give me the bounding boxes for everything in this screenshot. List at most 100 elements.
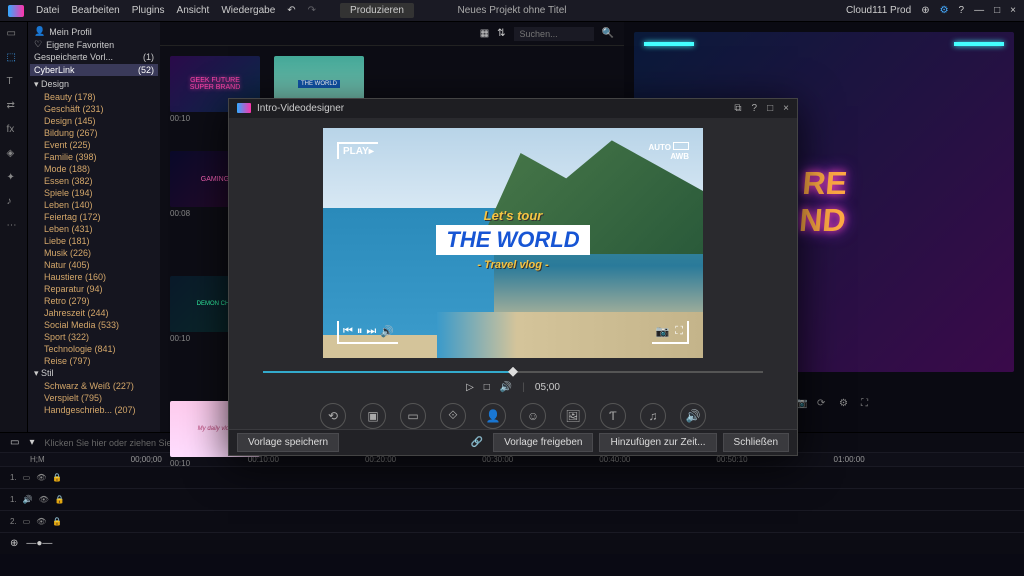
modal-close-icon[interactable]: × bbox=[783, 103, 789, 114]
eye-icon[interactable]: 👁 bbox=[39, 495, 49, 504]
search-input[interactable] bbox=[514, 27, 594, 41]
undo-icon[interactable]: ↶ bbox=[287, 5, 295, 16]
timeline-track[interactable]: 1.🔊👁🔒 bbox=[0, 489, 1024, 511]
effect-room-icon[interactable]: fx bbox=[7, 124, 21, 138]
audio-room-icon[interactable]: ♪ bbox=[7, 196, 21, 210]
more-icon[interactable]: ⋯ bbox=[7, 220, 21, 234]
tool-crop-icon[interactable]: ⟐ bbox=[440, 403, 466, 429]
grid-view-icon[interactable]: ▦ bbox=[480, 28, 489, 39]
visibility-icon[interactable]: ▭ bbox=[23, 517, 31, 526]
eye-icon[interactable]: 👁 bbox=[36, 517, 46, 526]
playhead-icon[interactable] bbox=[508, 367, 518, 377]
eye-icon[interactable]: 👁 bbox=[36, 473, 46, 482]
cloud-icon[interactable]: ⊕ bbox=[921, 5, 929, 16]
intro-room-icon[interactable]: ⬚ bbox=[7, 52, 21, 66]
category-item[interactable]: Liebe (181) bbox=[34, 236, 154, 247]
category-item[interactable]: Reparatur (94) bbox=[34, 284, 154, 295]
help-icon[interactable]: ? bbox=[959, 5, 965, 16]
settings-icon[interactable]: ⚙ bbox=[839, 398, 853, 412]
particle-room-icon[interactable]: ✦ bbox=[7, 172, 21, 186]
audio-icon[interactable]: 🔊 bbox=[23, 495, 33, 504]
volume-icon[interactable]: 🔊 bbox=[500, 382, 512, 393]
cyberlink-category[interactable]: CyberLink(52) bbox=[30, 64, 158, 76]
title-room-icon[interactable]: T bbox=[7, 76, 21, 90]
produce-button[interactable]: Produzieren bbox=[340, 3, 414, 18]
redo-icon[interactable]: ↷ bbox=[308, 5, 316, 16]
category-item[interactable]: Feiertag (172) bbox=[34, 212, 154, 223]
category-item[interactable]: Leben (431) bbox=[34, 224, 154, 235]
maximize-icon[interactable]: □ bbox=[994, 5, 1000, 16]
category-item[interactable]: Geschäft (231) bbox=[34, 104, 154, 115]
favorites[interactable]: ♡Eigene Favoriten bbox=[34, 39, 154, 50]
stop-icon[interactable]: □ bbox=[484, 382, 490, 393]
add-track-icon[interactable]: ⊕ bbox=[10, 538, 18, 549]
category-item[interactable]: Retro (279) bbox=[34, 296, 154, 307]
tool-sticker-icon[interactable]: ☺ bbox=[520, 403, 546, 429]
category-item[interactable]: Sport (322) bbox=[34, 332, 154, 343]
category-item[interactable]: Handgeschrieb... (207) bbox=[34, 405, 154, 416]
visibility-icon[interactable]: ▭ bbox=[23, 473, 31, 482]
sort-icon[interactable]: ⇅ bbox=[497, 28, 505, 39]
lock-icon[interactable]: 🔒 bbox=[55, 495, 65, 504]
category-item[interactable]: Essen (382) bbox=[34, 176, 154, 187]
saved-templates[interactable]: Gespeicherte Vorl...(1) bbox=[34, 52, 154, 62]
tool-font-icon[interactable]: Ƭ bbox=[600, 403, 626, 429]
loop-icon[interactable]: ⟳ bbox=[817, 398, 831, 412]
undock-icon[interactable]: ⧉ bbox=[734, 103, 741, 114]
category-item[interactable]: Event (225) bbox=[34, 140, 154, 151]
media-room-icon[interactable]: ▭ bbox=[7, 28, 21, 42]
timeline-tool-icon[interactable]: ▭ bbox=[10, 437, 19, 448]
category-item[interactable]: Beauty (178) bbox=[34, 92, 154, 103]
tool-image-icon[interactable]: 🖼 bbox=[560, 403, 586, 429]
overlay-room-icon[interactable]: ◈ bbox=[7, 148, 21, 162]
category-item[interactable]: Design (145) bbox=[34, 116, 154, 127]
fullscreen-icon[interactable]: ⛶ bbox=[861, 398, 875, 412]
scrub-bar[interactable] bbox=[263, 366, 763, 378]
category-item[interactable]: Reise (797) bbox=[34, 356, 154, 367]
category-item[interactable]: Musik (226) bbox=[34, 248, 154, 259]
category-item[interactable]: Schwarz & Weiß (227) bbox=[34, 381, 154, 392]
timeline-tool-icon[interactable]: ▾ bbox=[29, 437, 34, 448]
modal-maximize-icon[interactable]: □ bbox=[767, 103, 773, 114]
play-icon[interactable]: ▷ bbox=[466, 382, 474, 393]
lock-icon[interactable]: 🔒 bbox=[52, 473, 62, 482]
menu-view[interactable]: Ansicht bbox=[177, 5, 210, 16]
category-item[interactable]: Spiele (194) bbox=[34, 188, 154, 199]
category-item[interactable]: Natur (405) bbox=[34, 260, 154, 271]
timeline-track[interactable]: 2.▭👁🔒 bbox=[0, 511, 1024, 533]
close-button[interactable]: Schließen bbox=[723, 433, 789, 452]
tool-person-icon[interactable]: 👤 bbox=[480, 403, 506, 429]
category-item[interactable]: Mode (188) bbox=[34, 164, 154, 175]
video-preview[interactable]: PLAY AUTO AWB Let's tour THE WORLD - Tra… bbox=[323, 128, 703, 358]
zoom-slider[interactable]: —●— bbox=[26, 538, 52, 549]
menu-plugins[interactable]: Plugins bbox=[132, 5, 165, 16]
tool-music-icon[interactable]: ♫ bbox=[640, 403, 666, 429]
stil-header[interactable]: ▾ Stil bbox=[34, 368, 154, 379]
tool-audio-icon[interactable]: 🔊 bbox=[680, 403, 706, 429]
cloud-label[interactable]: Cloud111 Prod bbox=[846, 5, 911, 16]
category-item[interactable]: Bildung (267) bbox=[34, 128, 154, 139]
tool-background-icon[interactable]: ▣ bbox=[360, 403, 386, 429]
close-icon[interactable]: × bbox=[1010, 5, 1016, 16]
category-item[interactable]: Haustiere (160) bbox=[34, 272, 154, 283]
share-template-button[interactable]: Vorlage freigeben bbox=[493, 433, 593, 452]
settings-icon[interactable]: ⚙ bbox=[940, 5, 949, 16]
category-item[interactable]: Verspielt (795) bbox=[34, 393, 154, 404]
menu-file[interactable]: Datei bbox=[36, 5, 59, 16]
add-to-timeline-button[interactable]: Hinzufügen zur Zeit... bbox=[599, 433, 716, 452]
transition-room-icon[interactable]: ⇄ bbox=[7, 100, 21, 114]
category-item[interactable]: Technologie (841) bbox=[34, 344, 154, 355]
category-item[interactable]: Jahreszeit (244) bbox=[34, 308, 154, 319]
category-item[interactable]: Leben (140) bbox=[34, 200, 154, 211]
category-item[interactable]: Social Media (533) bbox=[34, 320, 154, 331]
minimize-icon[interactable]: — bbox=[974, 5, 984, 16]
my-profile[interactable]: 👤Mein Profil bbox=[34, 26, 154, 37]
search-icon[interactable]: 🔍 bbox=[602, 28, 614, 39]
menu-edit[interactable]: Bearbeiten bbox=[71, 5, 119, 16]
lock-icon[interactable]: 🔒 bbox=[52, 517, 62, 526]
modal-help-icon[interactable]: ? bbox=[752, 103, 758, 114]
tool-clip-icon[interactable]: ▭ bbox=[400, 403, 426, 429]
menu-playback[interactable]: Wiedergabe bbox=[221, 5, 275, 16]
category-item[interactable]: Familie (398) bbox=[34, 152, 154, 163]
save-template-button[interactable]: Vorlage speichern bbox=[237, 433, 339, 452]
